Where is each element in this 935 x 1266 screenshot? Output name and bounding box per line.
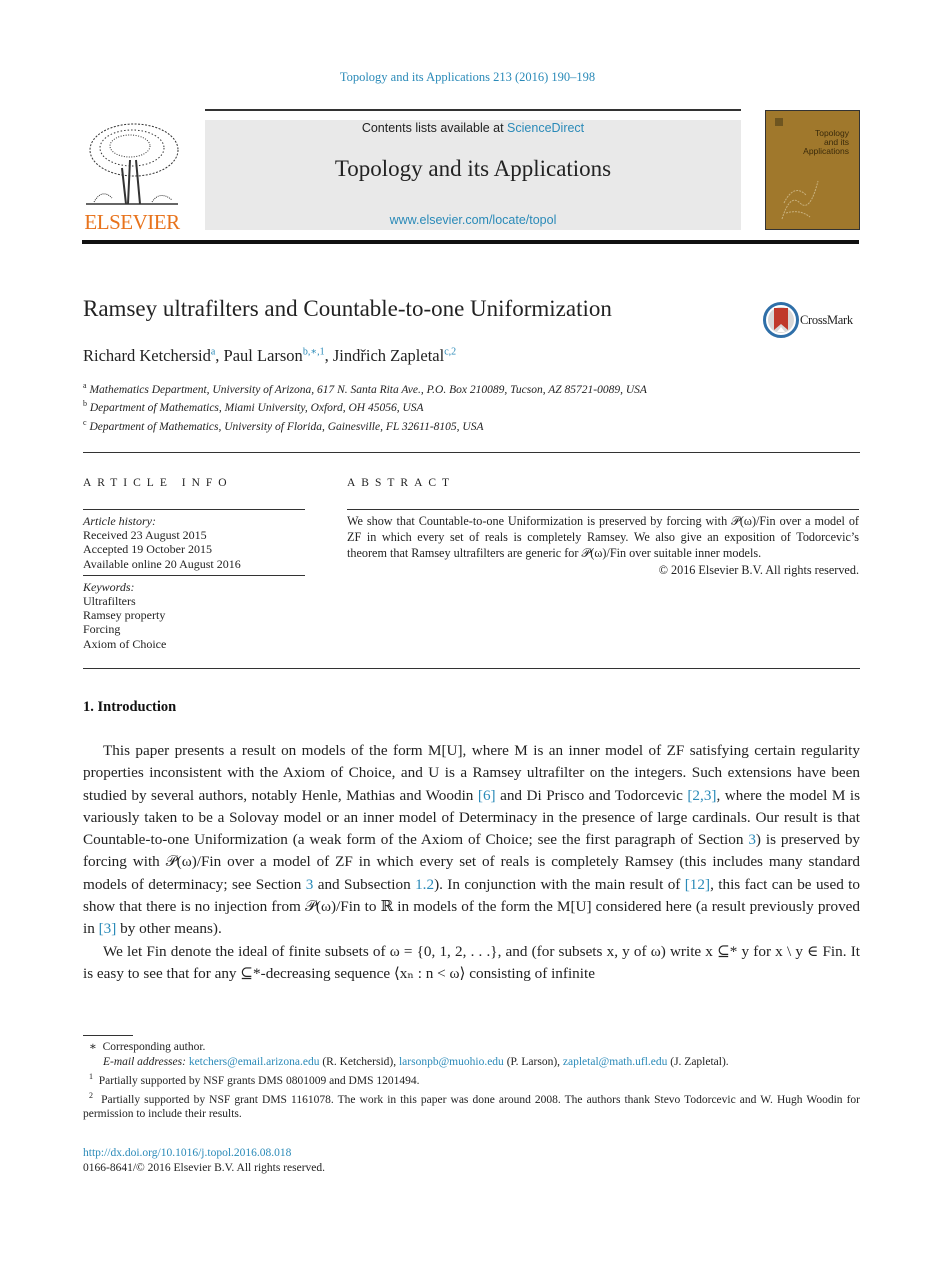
journal-url-link[interactable]: www.elsevier.com/locate/topol	[205, 213, 741, 227]
footnote-text: Partially supported by NSF grant DMS 116…	[83, 1093, 861, 1121]
email-link[interactable]: zapletal@math.ufl.edu	[563, 1056, 667, 1068]
footnote-mark: ∗	[89, 1041, 97, 1053]
citation-link[interactable]: [3]	[99, 920, 117, 937]
history-label: Article history:	[83, 514, 156, 528]
email-link[interactable]: larsonpb@muohio.edu	[399, 1056, 504, 1068]
section-link[interactable]: 3	[748, 831, 756, 848]
sciencedirect-link[interactable]: ScienceDirect	[507, 121, 584, 135]
author-marks[interactable]: c,2	[444, 347, 456, 358]
journal-banner: Contents lists available at ScienceDirec…	[205, 120, 741, 230]
journal-reference-link[interactable]: Topology and its Applications 213 (2016)…	[0, 70, 935, 85]
email-owner: (J. Zapletal).	[667, 1055, 729, 1068]
footnotes: ∗ Corresponding author. E-mail addresses…	[83, 1040, 860, 1122]
author-name[interactable]: Paul Larson	[224, 346, 303, 365]
footnote-mark: 1	[89, 1071, 93, 1081]
doi-block: http://dx.doi.org/10.1016/j.topol.2016.0…	[83, 1146, 325, 1175]
affiliation: b Department of Mathematics, Miami Unive…	[83, 397, 733, 415]
keywords-label: Keywords:	[83, 579, 135, 594]
footnote-mark: 2	[89, 1090, 93, 1100]
author-marks[interactable]: b,∗,1	[303, 347, 325, 358]
subsection-link[interactable]: 1.2	[415, 876, 434, 893]
affiliation: c Department of Mathematics, University …	[83, 416, 733, 434]
abstract-text: We show that Countable-to-one Uniformiza…	[347, 514, 859, 561]
cover-artwork-icon	[781, 180, 819, 220]
keywords-rule	[83, 574, 305, 576]
keyword[interactable]: Forcing	[83, 622, 305, 636]
contents-line: Contents lists available at ScienceDirec…	[205, 121, 741, 135]
body-text: This paper presents a result on models o…	[83, 740, 860, 985]
section-divider	[83, 452, 860, 453]
author-name[interactable]: Jindřich Zapletal	[333, 346, 444, 365]
cover-title-line: Applications	[803, 146, 849, 156]
text-run: ). In conjunction with the main result o…	[434, 875, 685, 893]
cover-title: Topology and its Applications	[803, 129, 849, 156]
header-rule	[205, 109, 741, 111]
doi-link[interactable]: http://dx.doi.org/10.1016/j.topol.2016.0…	[83, 1147, 291, 1159]
history-item: Received 23 August 2015	[83, 528, 207, 543]
article-info-heading: ARTICLE INFO	[83, 477, 233, 489]
elsevier-wordmark: ELSEVIER	[84, 210, 180, 234]
header-thick-rule	[82, 240, 859, 244]
abstract-box: We show that Countable-to-one Uniformiza…	[347, 513, 859, 578]
affiliation-text: Department of Mathematics, University of…	[89, 420, 484, 433]
keyword[interactable]: Ramsey property	[83, 608, 305, 622]
author-list: Richard Ketchersida, Paul Larsonb,∗,1, J…	[83, 346, 457, 365]
journal-name: Topology and its Applications	[334, 156, 612, 181]
affiliation-mark: c	[83, 417, 87, 427]
history-item: Available online 20 August 2016	[83, 556, 241, 571]
footnote: 2 Partially supported by NSF grant DMS 1…	[83, 1089, 860, 1123]
keyword[interactable]: Axiom of Choice	[83, 637, 305, 651]
text-run: and Subsection	[313, 875, 416, 893]
contents-prefix: Contents lists available at	[361, 121, 508, 135]
abstract-rule	[347, 509, 859, 510]
section-divider	[83, 668, 860, 669]
paragraph: We let Fin denote the ideal of finite su…	[83, 942, 860, 982]
footnote-text: Corresponding author.	[102, 1041, 206, 1053]
affiliation-mark: b	[83, 399, 87, 409]
citation-link[interactable]: [2,3]	[687, 787, 716, 804]
citation-link[interactable]: [12]	[685, 876, 710, 893]
crossmark-label: CrossMark	[800, 313, 853, 327]
footnote-text: Partially supported by NSF grants DMS 08…	[98, 1074, 420, 1087]
text-run: by other means).	[116, 920, 222, 938]
author-marks[interactable]: a	[211, 347, 215, 358]
paragraph: This paper presents a result on models o…	[83, 740, 860, 941]
email-owner: (R. Ketchersid),	[319, 1055, 399, 1068]
issn-copyright: 0166-8641/© 2016 Elsevier B.V. All right…	[83, 1161, 326, 1174]
affiliation-text: Department of Mathematics, Miami Univers…	[89, 402, 424, 415]
text-run: and Di Prisco and Todorcevic	[495, 786, 688, 804]
affiliations: a Mathematics Department, University of …	[83, 379, 733, 434]
section-heading: 1. Introduction	[83, 699, 177, 715]
crossmark-icon	[763, 302, 799, 338]
history-item: Accepted 19 October 2015	[83, 542, 212, 557]
citation-link[interactable]: [6]	[478, 787, 496, 804]
affiliation-mark: a	[83, 381, 87, 390]
email-link[interactable]: ketchers@email.arizona.edu	[189, 1056, 320, 1068]
abstract-heading: ABSTRACT	[347, 477, 456, 489]
author-name[interactable]: Richard Ketchersid	[83, 346, 211, 365]
journal-cover-image[interactable]: Topology and its Applications	[765, 110, 860, 230]
cover-elsevier-icon	[775, 118, 783, 126]
keyword[interactable]: Ultrafilters	[83, 594, 305, 608]
footnote-emails: E-mail addresses: ketchers@email.arizona…	[83, 1055, 860, 1070]
email-owner: (P. Larson),	[503, 1055, 563, 1068]
footnote-corresponding: ∗ Corresponding author.	[83, 1040, 860, 1055]
article-title: Ramsey ultrafilters and Countable-to-one…	[83, 296, 612, 321]
crossmark-button[interactable]: CrossMark	[763, 302, 863, 342]
footnote: 1 Partially supported by NSF grants DMS …	[83, 1070, 860, 1089]
abstract-copyright: © 2016 Elsevier B.V. All rights reserved…	[658, 562, 859, 577]
footnote-rule	[83, 1035, 133, 1036]
email-label: E-mail addresses:	[103, 1055, 186, 1068]
affiliation: a Mathematics Department, University of …	[83, 379, 733, 397]
article-info-box: Article history: Received 23 August 2015…	[83, 509, 305, 651]
affiliation-text: Mathematics Department, University of Ar…	[89, 383, 647, 396]
